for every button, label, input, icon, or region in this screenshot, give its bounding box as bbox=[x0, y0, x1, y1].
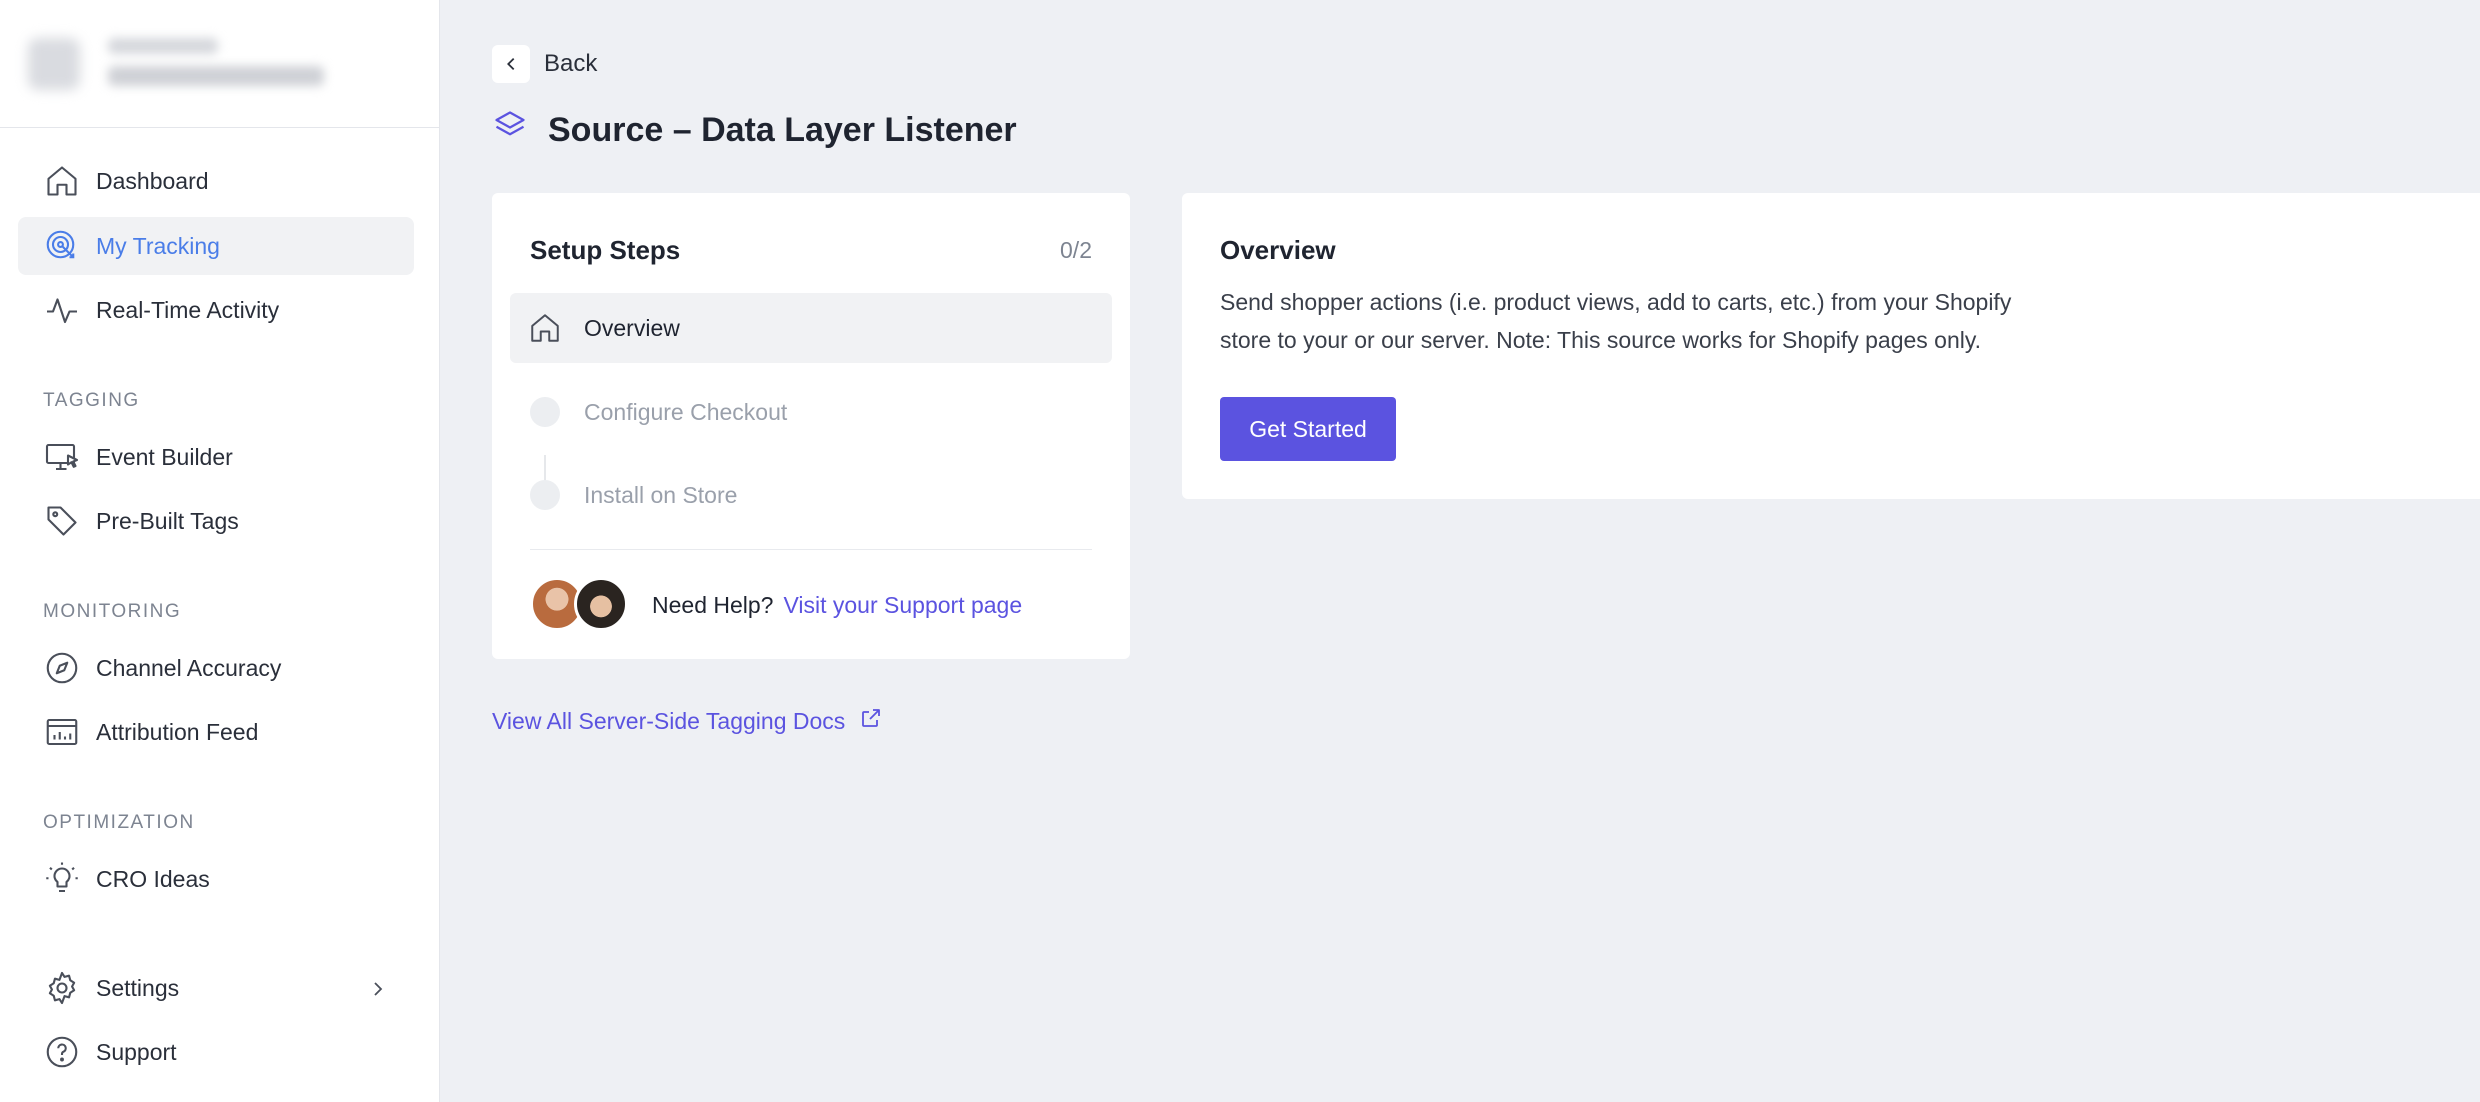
brand-name-blurred bbox=[108, 38, 218, 54]
activity-icon bbox=[42, 290, 82, 330]
sidebar-item-cro-ideas[interactable]: CRO Ideas bbox=[18, 850, 414, 908]
step-configure-checkout[interactable]: Configure Checkout bbox=[510, 377, 1112, 447]
sidebar-item-label: Attribution Feed bbox=[96, 718, 259, 745]
step-install-on-store[interactable]: Install on Store bbox=[510, 460, 1112, 530]
sidebar-item-channel-accuracy[interactable]: Channel Accuracy bbox=[18, 639, 414, 697]
overview-description-line: store to your or our server. Note: This … bbox=[1220, 327, 1982, 353]
sidebar-item-label: Dashboard bbox=[96, 167, 209, 194]
home-icon bbox=[528, 311, 562, 345]
overview-card: Overview Send shopper actions (i.e. prod… bbox=[1182, 193, 2480, 499]
step-label: Configure Checkout bbox=[584, 398, 788, 425]
page-title-text: Source – Data Layer Listener bbox=[548, 111, 1017, 149]
sidebar-item-label: Real-Time Activity bbox=[96, 296, 280, 323]
sidebar-item-support[interactable]: Support bbox=[18, 1023, 414, 1081]
sidebar-item-real-time-activity[interactable]: Real-Time Activity bbox=[18, 281, 414, 339]
home-icon bbox=[42, 161, 82, 201]
brand-logo bbox=[28, 38, 80, 90]
sidebar-item-label: Event Builder bbox=[96, 443, 233, 470]
lightbulb-icon bbox=[42, 859, 82, 899]
avatar bbox=[574, 577, 628, 631]
sidebar-item-label: Pre-Built Tags bbox=[96, 507, 239, 534]
divider bbox=[530, 549, 1092, 550]
target-icon bbox=[42, 226, 82, 266]
sidebar-item-label: Support bbox=[96, 1038, 177, 1065]
sidebar: Dashboard My Tracking Real-Time Activity… bbox=[0, 0, 440, 1102]
overview-title: Overview bbox=[1220, 235, 1336, 265]
help-circle-icon bbox=[42, 1032, 82, 1072]
section-label-optimization: OPTIMIZATION bbox=[43, 812, 195, 833]
sidebar-item-label: My Tracking bbox=[96, 232, 220, 259]
setup-steps-count: 0/2 bbox=[1060, 237, 1092, 263]
page-title: Source – Data Layer Listener bbox=[492, 108, 1017, 153]
step-dot-icon bbox=[528, 478, 562, 512]
overview-description: Send shopper actions (i.e. product views… bbox=[1220, 283, 2080, 359]
sidebar-item-label: Channel Accuracy bbox=[96, 654, 282, 681]
get-started-button[interactable]: Get Started bbox=[1220, 397, 1396, 461]
chevron-right-icon bbox=[368, 978, 388, 998]
back-button[interactable]: Back bbox=[492, 45, 597, 83]
sidebar-item-settings[interactable]: Settings bbox=[18, 959, 414, 1017]
sidebar-item-attribution-feed[interactable]: Attribution Feed bbox=[18, 703, 414, 761]
back-label: Back bbox=[544, 50, 598, 77]
setup-steps-card: Setup Steps 0/2 Overview Configure Check… bbox=[492, 193, 1130, 659]
external-link-icon bbox=[859, 706, 883, 736]
sidebar-item-pre-built-tags[interactable]: Pre-Built Tags bbox=[18, 492, 414, 550]
brand-header[interactable] bbox=[0, 0, 440, 128]
gear-icon bbox=[42, 968, 82, 1008]
setup-steps-title: Setup Steps bbox=[530, 235, 681, 265]
step-dot-icon bbox=[528, 395, 562, 429]
sidebar-item-label: Settings bbox=[96, 974, 180, 1001]
tag-icon bbox=[42, 501, 82, 541]
compass-icon bbox=[42, 648, 82, 688]
brand-subtitle-blurred bbox=[108, 66, 324, 86]
sidebar-item-label: CRO Ideas bbox=[96, 865, 210, 892]
support-avatars bbox=[530, 577, 634, 633]
step-label: Overview bbox=[584, 314, 680, 341]
sidebar-item-dashboard[interactable]: Dashboard bbox=[18, 152, 414, 210]
help-text: Need Help? bbox=[652, 591, 774, 618]
step-label: Install on Store bbox=[584, 481, 738, 508]
help-row: Need Help? Visit your Support page bbox=[530, 577, 1022, 633]
step-overview[interactable]: Overview bbox=[510, 293, 1112, 363]
section-label-monitoring: MONITORING bbox=[43, 601, 182, 622]
chevron-left-icon bbox=[492, 45, 530, 83]
monitor-cursor-icon bbox=[42, 437, 82, 477]
layers-icon bbox=[492, 108, 528, 153]
section-label-tagging: TAGGING bbox=[43, 390, 140, 411]
overview-description-line: Send shopper actions (i.e. product views… bbox=[1220, 289, 2012, 315]
chart-feed-icon bbox=[42, 712, 82, 752]
support-page-link[interactable]: Visit your Support page bbox=[783, 592, 1022, 619]
sidebar-item-event-builder[interactable]: Event Builder bbox=[18, 428, 414, 486]
server-side-docs-link[interactable]: View All Server-Side Tagging Docs bbox=[492, 706, 883, 736]
docs-link-label: View All Server-Side Tagging Docs bbox=[492, 707, 846, 734]
sidebar-item-my-tracking[interactable]: My Tracking bbox=[18, 217, 414, 275]
